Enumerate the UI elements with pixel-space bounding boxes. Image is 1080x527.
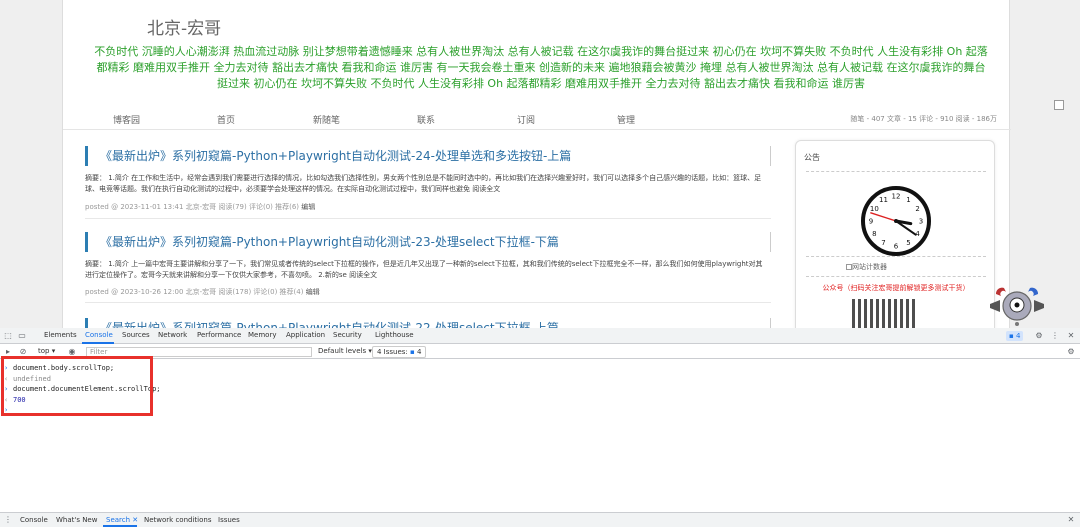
drawer-tab-search[interactable]: Search ✕ — [106, 516, 138, 524]
nav-item-home[interactable]: 首页 — [217, 113, 235, 126]
post-footer: posted @ 2023-10-26 12:00 北京-宏哥 阅读(178) … — [85, 287, 320, 297]
sidebar-notice: 公告 1 2 3 4 5 6 7 8 9 10 11 12 网站计数器 公众号（扫码关注宏哥提前解锁更… — [795, 140, 995, 328]
clock-number: 2 — [915, 205, 919, 213]
magnemite-mascot-icon[interactable] — [986, 286, 1048, 326]
close-drawer-icon[interactable]: ✕ — [1066, 515, 1076, 525]
inspect-element-icon[interactable]: ⬚ — [3, 331, 13, 341]
post-title[interactable]: 《最新出炉》系列初窥篇-Python+Playwright自动化测试-24-处理… — [85, 146, 771, 166]
active-tab-indicator — [82, 342, 114, 344]
clock-center — [894, 219, 898, 223]
broken-image-icon — [1054, 100, 1064, 110]
post-meta: posted @ 2023-10-26 12:00 北京-宏哥 阅读(178) … — [85, 288, 304, 296]
post-edit-link[interactable]: 编辑 — [301, 203, 315, 211]
drawer-tab-network-conditions[interactable]: Network conditions — [144, 516, 211, 524]
blog-page: 北京-宏哥 不负时代 沉睡的人心潮澎湃 热血流过动脉 别让梦想带着遗憾睡来 总有… — [62, 0, 1011, 328]
tab-lighthouse[interactable]: Lighthouse — [375, 331, 414, 339]
blog-motto: 不负时代 沉睡的人心潮澎湃 热血流过动脉 别让梦想带着遗憾睡来 总有人被世界淘汰… — [94, 45, 988, 90]
browser-viewport: 北京-宏哥 不负时代 沉睡的人心潮澎湃 热血流过动脉 别让梦想带着遗憾睡来 总有… — [0, 0, 1080, 328]
blog-title[interactable]: 北京-宏哥 — [147, 14, 221, 39]
post-divider — [85, 302, 771, 303]
console-output[interactable]: › document.body.scrollTop; ‹ undefined ›… — [0, 360, 1080, 514]
post-footer: posted @ 2023-11-01 13:41 北京-宏哥 阅读(79) 评… — [85, 202, 315, 212]
devtools-drawer-tabs: ⋮ Console What's New Search ✕ Network co… — [0, 512, 1080, 527]
sidebar-divider — [806, 171, 986, 172]
tab-sources[interactable]: Sources — [122, 331, 150, 339]
tab-performance[interactable]: Performance — [197, 331, 241, 339]
blog-stats: 随笔 - 407 文章 - 15 评论 - 910 阅读 - 186万 — [850, 115, 997, 123]
issues-button[interactable]: 4 Issues: ▪ 4 — [372, 346, 427, 358]
tab-console[interactable]: Console — [85, 331, 113, 339]
clock-number: 5 — [906, 239, 910, 247]
nav-item-subscribe[interactable]: 订阅 — [517, 113, 535, 126]
device-toolbar-icon[interactable]: ▭ — [17, 331, 27, 341]
console-toolbar: ▸ ⊘ top ▾ ◉ Filter Default levels ▾ 4 Is… — [0, 345, 1080, 359]
post-title[interactable]: 《最新出炉》系列初窥篇-Python+Playwright自动化测试-23-处理… — [85, 232, 771, 252]
post-summary: 摘要： 1.简介 上一篇中宏哥主要讲解和分享了一下，我们常见或者传统的selec… — [85, 260, 763, 279]
site-counter-image: 网站计数器 — [846, 262, 887, 272]
nav-item-contact[interactable]: 联系 — [417, 113, 435, 126]
clock-number: 11 — [879, 196, 888, 204]
clock-number: 9 — [869, 218, 873, 226]
post-summary: 摘要： 1.简介 在工作和生活中，经常会遇到我们需要进行选择的情况，比如勾选我们… — [85, 174, 762, 193]
tab-memory[interactable]: Memory — [248, 331, 276, 339]
message-icon: ▪ — [1009, 332, 1014, 340]
wechat-notice: 公众号（扫码关注宏哥提前解锁更多测试干货） — [822, 284, 970, 292]
clock-number: 10 — [870, 205, 879, 213]
nav-item-new-post[interactable]: 新随笔 — [313, 113, 340, 126]
tab-network[interactable]: Network — [158, 331, 187, 339]
context-select[interactable]: top ▾ — [38, 347, 55, 355]
highlight-box — [1, 356, 153, 416]
issues-count: 4 — [417, 348, 422, 356]
clock-number: 3 — [919, 218, 923, 226]
drawer-tab-console[interactable]: Console — [20, 516, 48, 524]
site-counter-alt: 网站计数器 — [852, 263, 887, 271]
devtools-tabs: ⬚ ▭ Elements Console Sources Network Per… — [0, 328, 1080, 344]
messages-badge[interactable]: ▪ 4 — [1006, 331, 1024, 341]
devtools-panel: ⬚ ▭ Elements Console Sources Network Per… — [0, 328, 1080, 527]
post-meta: posted @ 2023-11-01 13:41 北京-宏哥 阅读(79) 评… — [85, 203, 300, 211]
sidebar-heading: 公告 — [804, 153, 820, 162]
blog-nav: 博客园 首页 新随笔 联系 订阅 管理 随笔 - 407 文章 - 15 评论 … — [63, 108, 1011, 130]
clock-number: 6 — [894, 243, 899, 251]
messages-count: 4 — [1015, 332, 1021, 340]
issues-flag-icon: ▪ — [410, 348, 415, 356]
clock-number: 1 — [906, 196, 910, 204]
clock-number: 7 — [881, 239, 885, 247]
analog-clock: 1234567891011 12 — [861, 186, 931, 256]
post-edit-link[interactable]: 编辑 — [306, 288, 320, 296]
drawer-tab-issues[interactable]: Issues — [218, 516, 240, 524]
sidebar-divider — [806, 276, 986, 277]
post-divider — [85, 218, 771, 219]
clock-number: 8 — [872, 230, 876, 238]
drawer-tab-whats-new[interactable]: What's New — [56, 516, 97, 524]
context-value: top — [38, 347, 50, 355]
post-title[interactable]: 《最新出炉》系列初窥篇-Python+Playwright自动化测试-22-处理… — [85, 318, 771, 328]
tab-elements[interactable]: Elements — [44, 331, 77, 339]
settings-gear-icon[interactable]: ⚙ — [1034, 331, 1044, 341]
console-settings-gear-icon[interactable]: ⚙ — [1066, 347, 1076, 357]
more-options-icon[interactable]: ⋮ — [1050, 331, 1060, 341]
log-levels-select[interactable]: Default levels ▾ — [318, 347, 372, 355]
drawer-menu-icon[interactable]: ⋮ — [3, 515, 13, 525]
clock-number: 12 — [892, 193, 901, 201]
close-icon[interactable]: ✕ — [1066, 331, 1076, 341]
qr-code-image — [852, 299, 916, 328]
issues-label: 4 Issues: — [377, 348, 408, 356]
tab-application[interactable]: Application — [286, 331, 325, 339]
sidebar-divider — [806, 256, 986, 257]
nav-item-cnblogs[interactable]: 博客园 — [113, 113, 140, 126]
tab-security[interactable]: Security — [333, 331, 362, 339]
nav-item-manage[interactable]: 管理 — [617, 113, 635, 126]
